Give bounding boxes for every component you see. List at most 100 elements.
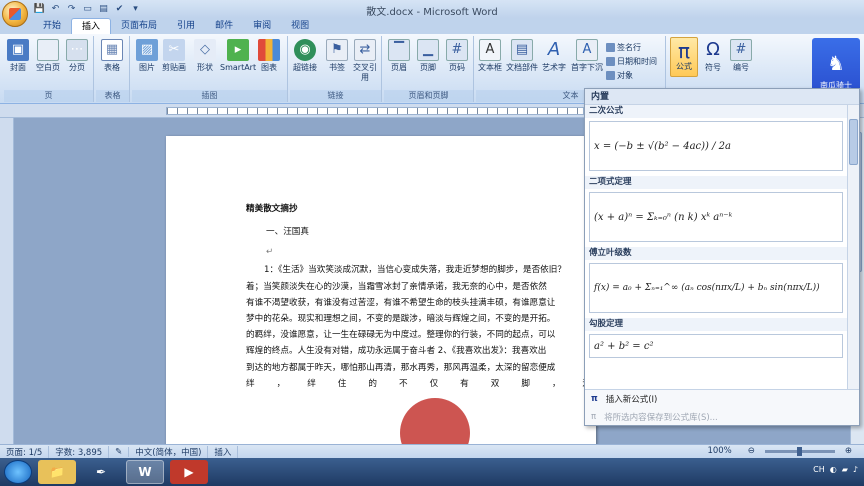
equation-quadratic[interactable]: x = (−b ± √(b² − 4ac)) / 2a — [589, 121, 843, 171]
quick-parts-button[interactable]: ▤ 文档部件 — [506, 39, 538, 73]
gallery-footer: π 插入新公式(I) π 将所选内容保存到公式库(S)... — [585, 389, 859, 425]
group-label: 页眉和页脚 — [384, 90, 473, 102]
knight-logo-icon: ♞ — [827, 51, 845, 75]
zoom-in-icon[interactable]: ⊕ — [845, 446, 858, 456]
symbol-button[interactable]: Ω 符号 — [702, 39, 724, 73]
group-links: ◉ 超链接 ⚑ 书签 ⇄ 交叉引用 链接 — [290, 36, 382, 102]
page-count[interactable]: 页面: 1/5 — [6, 445, 50, 458]
language-tray[interactable]: CH — [813, 465, 825, 474]
zoom-out-icon[interactable]: ⊖ — [748, 446, 761, 456]
bookmark-button[interactable]: ⚑ 书签 — [326, 39, 348, 73]
zoom-slider[interactable] — [764, 446, 835, 456]
equation-button[interactable]: π 公式 — [670, 37, 698, 77]
equation-list: 二次公式 x = (−b ± √(b² − 4ac)) / 2a 二项式定理 (… — [585, 105, 849, 389]
chart-button[interactable]: 图表 — [258, 39, 280, 73]
page-break-button[interactable]: ⋯ 分页 — [66, 39, 88, 73]
tab-insert[interactable]: 插入 — [71, 18, 112, 34]
page-number-button[interactable]: # 页码 — [446, 39, 468, 73]
window-title: 散文.docx - Microsoft Word — [366, 7, 498, 18]
cover-page-button[interactable]: ▣ 封面 — [7, 39, 29, 73]
group-tables: ▦ 表格 表格 — [96, 36, 130, 102]
tab-page-layout[interactable]: 页面布局 — [111, 18, 167, 34]
doc-line: 的羁绊，没谁愿意，让一生在碌碌无为中度过。整理你的行装，不同的起点，可以 — [246, 330, 556, 341]
title-bar: 💾 ↶ ↷ ▭ ▤ ✔ ▾ 散文.docx - Microsoft Word — [0, 0, 864, 27]
numbering-button[interactable]: # 编号 — [730, 39, 752, 73]
document-page[interactable]: 精美散文摘抄 一、汪国真 ↵ 1：《生活》当欢笑淡成沉默，当信心变成失落，我走近… — [166, 136, 596, 444]
gallery-scrollbar[interactable] — [847, 105, 859, 389]
tab-review[interactable]: 审阅 — [243, 18, 281, 34]
doc-line: 到达的地方都属于昨天，哪怕那山再清，那水再秀，那风再温柔，太深的留恋便成 — [246, 362, 556, 373]
tab-references[interactable]: 引用 — [167, 18, 205, 34]
doc-subtitle: 一、汪国真 — [266, 227, 309, 238]
pi-icon: π — [591, 412, 597, 422]
start-button[interactable] — [4, 460, 32, 484]
equation-pythagorean[interactable]: a² + b² = c² — [589, 334, 843, 358]
word-count[interactable]: 字数: 3,895 — [55, 445, 110, 458]
chart-icon — [258, 39, 280, 61]
volume-icon[interactable]: ♪ — [853, 465, 858, 474]
hyperlink-icon: ◉ — [294, 39, 316, 61]
picture-icon: ▨ — [136, 39, 158, 61]
clipart-button[interactable]: ✂ 剪贴画 — [162, 39, 186, 73]
office-logo-icon — [9, 8, 21, 20]
network-icon[interactable]: ▰ — [842, 465, 848, 474]
zoom-level[interactable]: 100% — [707, 446, 737, 456]
shapes-icon: ◇ — [194, 39, 216, 61]
gallery-scroll-thumb[interactable] — [849, 119, 858, 165]
text-box-icon: A — [479, 39, 501, 61]
group-label: 页 — [4, 90, 93, 102]
status-bar: 页面: 1/5 字数: 3,895 ✎ 中文(简体，中国) 插入 100% ⊖ … — [0, 444, 864, 458]
group-pages: ▣ 封面 空白页 ⋯ 分页 页 — [4, 36, 94, 102]
blank-page-button[interactable]: 空白页 — [36, 39, 60, 73]
shapes-button[interactable]: ◇ 形状 — [194, 39, 216, 73]
media-player-icon[interactable]: ▶ — [170, 460, 208, 484]
drop-cap-icon: A — [576, 39, 598, 61]
doc-title: 精美散文摘抄 — [246, 204, 298, 214]
equation-binomial[interactable]: (x + a)ⁿ = Σₖ₌₀ⁿ (n k) xᵏ aⁿ⁻ᵏ — [589, 192, 843, 242]
tab-home[interactable]: 开始 — [33, 18, 71, 34]
watermark-logo: ♞ 南瓜骑士 — [812, 38, 860, 94]
explorer-icon[interactable]: 📁 — [38, 460, 76, 484]
drop-cap-button[interactable]: A 首字下沉 — [571, 39, 603, 73]
insert-mode[interactable]: 插入 — [214, 445, 239, 458]
cross-reference-button[interactable]: ⇄ 交叉引用 — [352, 39, 378, 83]
doc-line: 绊，绊住的不仅有双脚，还有未 — [246, 378, 586, 389]
group-illustrations: ▨ 图片 ✂ 剪贴画 ◇ 形状 ▸ SmartArt 图表 插图 — [132, 36, 288, 102]
wordart-button[interactable]: A 艺术字 — [542, 39, 566, 73]
quick-parts-icon: ▤ — [511, 39, 533, 61]
tab-mailings[interactable]: 邮件 — [205, 18, 243, 34]
equation-fourier[interactable]: f(x) = a₀ + Σₙ₌₁^∞ (aₙ cos(nπx/L) + bₙ s… — [589, 263, 843, 313]
equation-category: 傅立叶级数 — [585, 247, 849, 260]
wordart-icon: A — [547, 39, 561, 60]
office-button[interactable] — [2, 1, 28, 27]
doc-line: 着；当笑颜淡失在心的沙漠，当霜雪冰封了亲情承诺，我无奈的心中，是否依然 — [246, 281, 547, 292]
picture-button[interactable]: ▨ 图片 — [136, 39, 158, 73]
word-icon[interactable]: W — [126, 460, 164, 484]
smartart-button[interactable]: ▸ SmartArt — [220, 39, 256, 73]
doc-line: 梦中的花朵。现实和理想之间，不变的是跋涉，暗淡与辉煌之间，不变的是开拓。 — [246, 314, 556, 325]
vertical-ruler — [0, 118, 14, 444]
numbering-icon: # — [730, 39, 752, 61]
proofing-icon[interactable]: ✎ — [115, 446, 130, 457]
pen-tool-icon[interactable]: ✒ — [82, 460, 120, 484]
clipart-icon: ✂ — [163, 39, 185, 61]
doc-line: 1：《生活》当欢笑淡成沉默，当信心变成失落，我走近梦想的脚步，是否依旧？ — [264, 265, 566, 276]
ribbon-tabs: 开始 插入 页面布局 引用 邮件 审阅 视图 — [0, 18, 864, 34]
zoom-control[interactable]: 100% ⊖ ⊕ — [701, 446, 858, 456]
text-box-button[interactable]: A 文本框 — [478, 39, 502, 73]
hyperlink-button[interactable]: ◉ 超链接 — [293, 39, 317, 73]
tab-view[interactable]: 视图 — [281, 18, 319, 34]
footer-icon: ▁ — [417, 39, 439, 61]
language-indicator[interactable]: 中文(简体，中国) — [135, 445, 209, 458]
table-button[interactable]: ▦ 表格 — [101, 39, 123, 73]
footer-button[interactable]: ▁ 页脚 — [417, 39, 439, 73]
header-icon: ▔ — [388, 39, 410, 61]
tray-icon[interactable]: ◐ — [830, 465, 837, 474]
signature-line-button[interactable]: 签名行 — [606, 42, 641, 53]
object-button[interactable]: 对象 — [606, 70, 633, 81]
date-time-button[interactable]: 日期和时间 — [606, 56, 657, 67]
zoom-knob[interactable] — [796, 446, 802, 456]
paragraph-mark: ↵ — [266, 247, 274, 258]
insert-new-equation-item[interactable]: π 插入新公式(I) — [585, 390, 859, 408]
header-button[interactable]: ▔ 页眉 — [388, 39, 410, 73]
